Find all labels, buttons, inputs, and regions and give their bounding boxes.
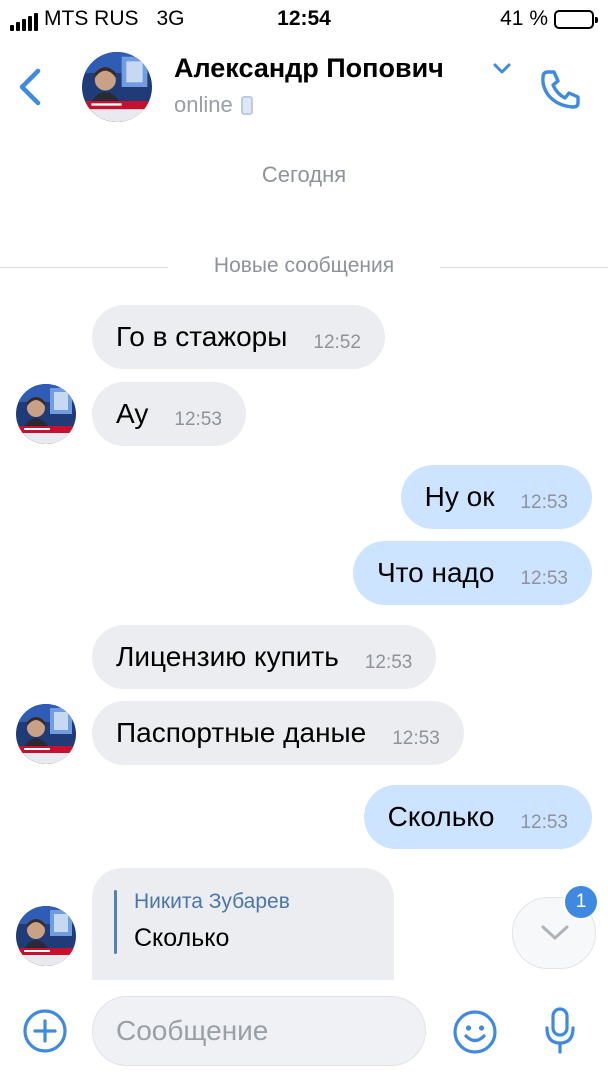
microphone-icon[interactable] [543, 1006, 577, 1056]
phone-icon[interactable] [538, 66, 584, 112]
message-time: 12:53 [520, 492, 568, 513]
message-bubble[interactable]: Ау 12:53 [92, 382, 246, 446]
message-time: 12:53 [174, 409, 222, 430]
quoted-author[interactable]: Никита Зубарев [134, 890, 290, 914]
message-time: 12:53 [520, 568, 568, 589]
message-bubble[interactable]: Ну ок 12:53 [400, 465, 592, 529]
message-text: Го в стажоры [116, 321, 288, 352]
message-bubble[interactable]: Го в стажоры 12:52 [92, 305, 385, 369]
new-messages-label: Новые сообщения [213, 254, 395, 277]
chevron-down-icon[interactable] [491, 62, 513, 76]
chat-screen: MTS RUS 3G 12:54 41 % Александр Попович … [0, 0, 608, 1080]
reply-message-bubble[interactable]: Никита Зубарев Сколько [92, 868, 394, 988]
sender-avatar[interactable] [16, 384, 76, 444]
date-separator: Сегодня [261, 162, 347, 187]
message-bubble[interactable]: Паспортные даные 12:53 [92, 701, 464, 765]
message-input[interactable]: Сообщение [92, 996, 426, 1066]
message-time: 12:53 [392, 728, 440, 749]
message-time: 12:53 [364, 652, 413, 673]
message-text: Сколько [387, 801, 495, 832]
contact-status: online [174, 92, 253, 118]
message-composer: Сообщение [0, 980, 608, 1080]
new-messages-separator: Новые сообщения [0, 254, 608, 282]
online-status: online [174, 92, 233, 117]
mobile-device-icon [240, 95, 253, 115]
unread-badge: 1 [563, 884, 599, 920]
chat-header: Александр Попович online [0, 40, 608, 140]
battery-percent: 41 % [500, 7, 548, 30]
message-time: 12:52 [313, 332, 361, 353]
chevron-down-icon [541, 925, 569, 940]
message-text: Паспортные даные [116, 717, 367, 748]
message-text: Лицензию купить [116, 641, 339, 672]
quoted-text: Сколько [134, 924, 230, 952]
message-bubble[interactable]: Что надо 12:53 [352, 541, 592, 605]
contact-avatar[interactable] [82, 52, 152, 122]
message-text: Ау [116, 398, 149, 429]
chevron-left-icon[interactable] [16, 67, 44, 107]
status-bar: MTS RUS 3G 12:54 41 % [0, 0, 608, 40]
battery-icon [554, 9, 598, 29]
sender-avatar[interactable] [16, 704, 76, 764]
quote-bar [114, 890, 117, 954]
status-right: 41 % [500, 7, 598, 31]
message-time: 12:53 [520, 812, 568, 833]
message-input-placeholder: Сообщение [116, 1015, 269, 1046]
message-text: Что надо [376, 557, 495, 588]
sender-avatar[interactable] [16, 906, 76, 966]
emoji-icon[interactable] [452, 1009, 498, 1055]
add-attachment-icon[interactable] [22, 1008, 68, 1054]
message-bubble[interactable]: Лицензию купить 12:53 [92, 625, 437, 689]
message-bubble[interactable]: Сколько 12:53 [363, 785, 592, 849]
contact-name[interactable]: Александр Попович [174, 53, 444, 84]
message-text: Ну ок [424, 481, 495, 512]
